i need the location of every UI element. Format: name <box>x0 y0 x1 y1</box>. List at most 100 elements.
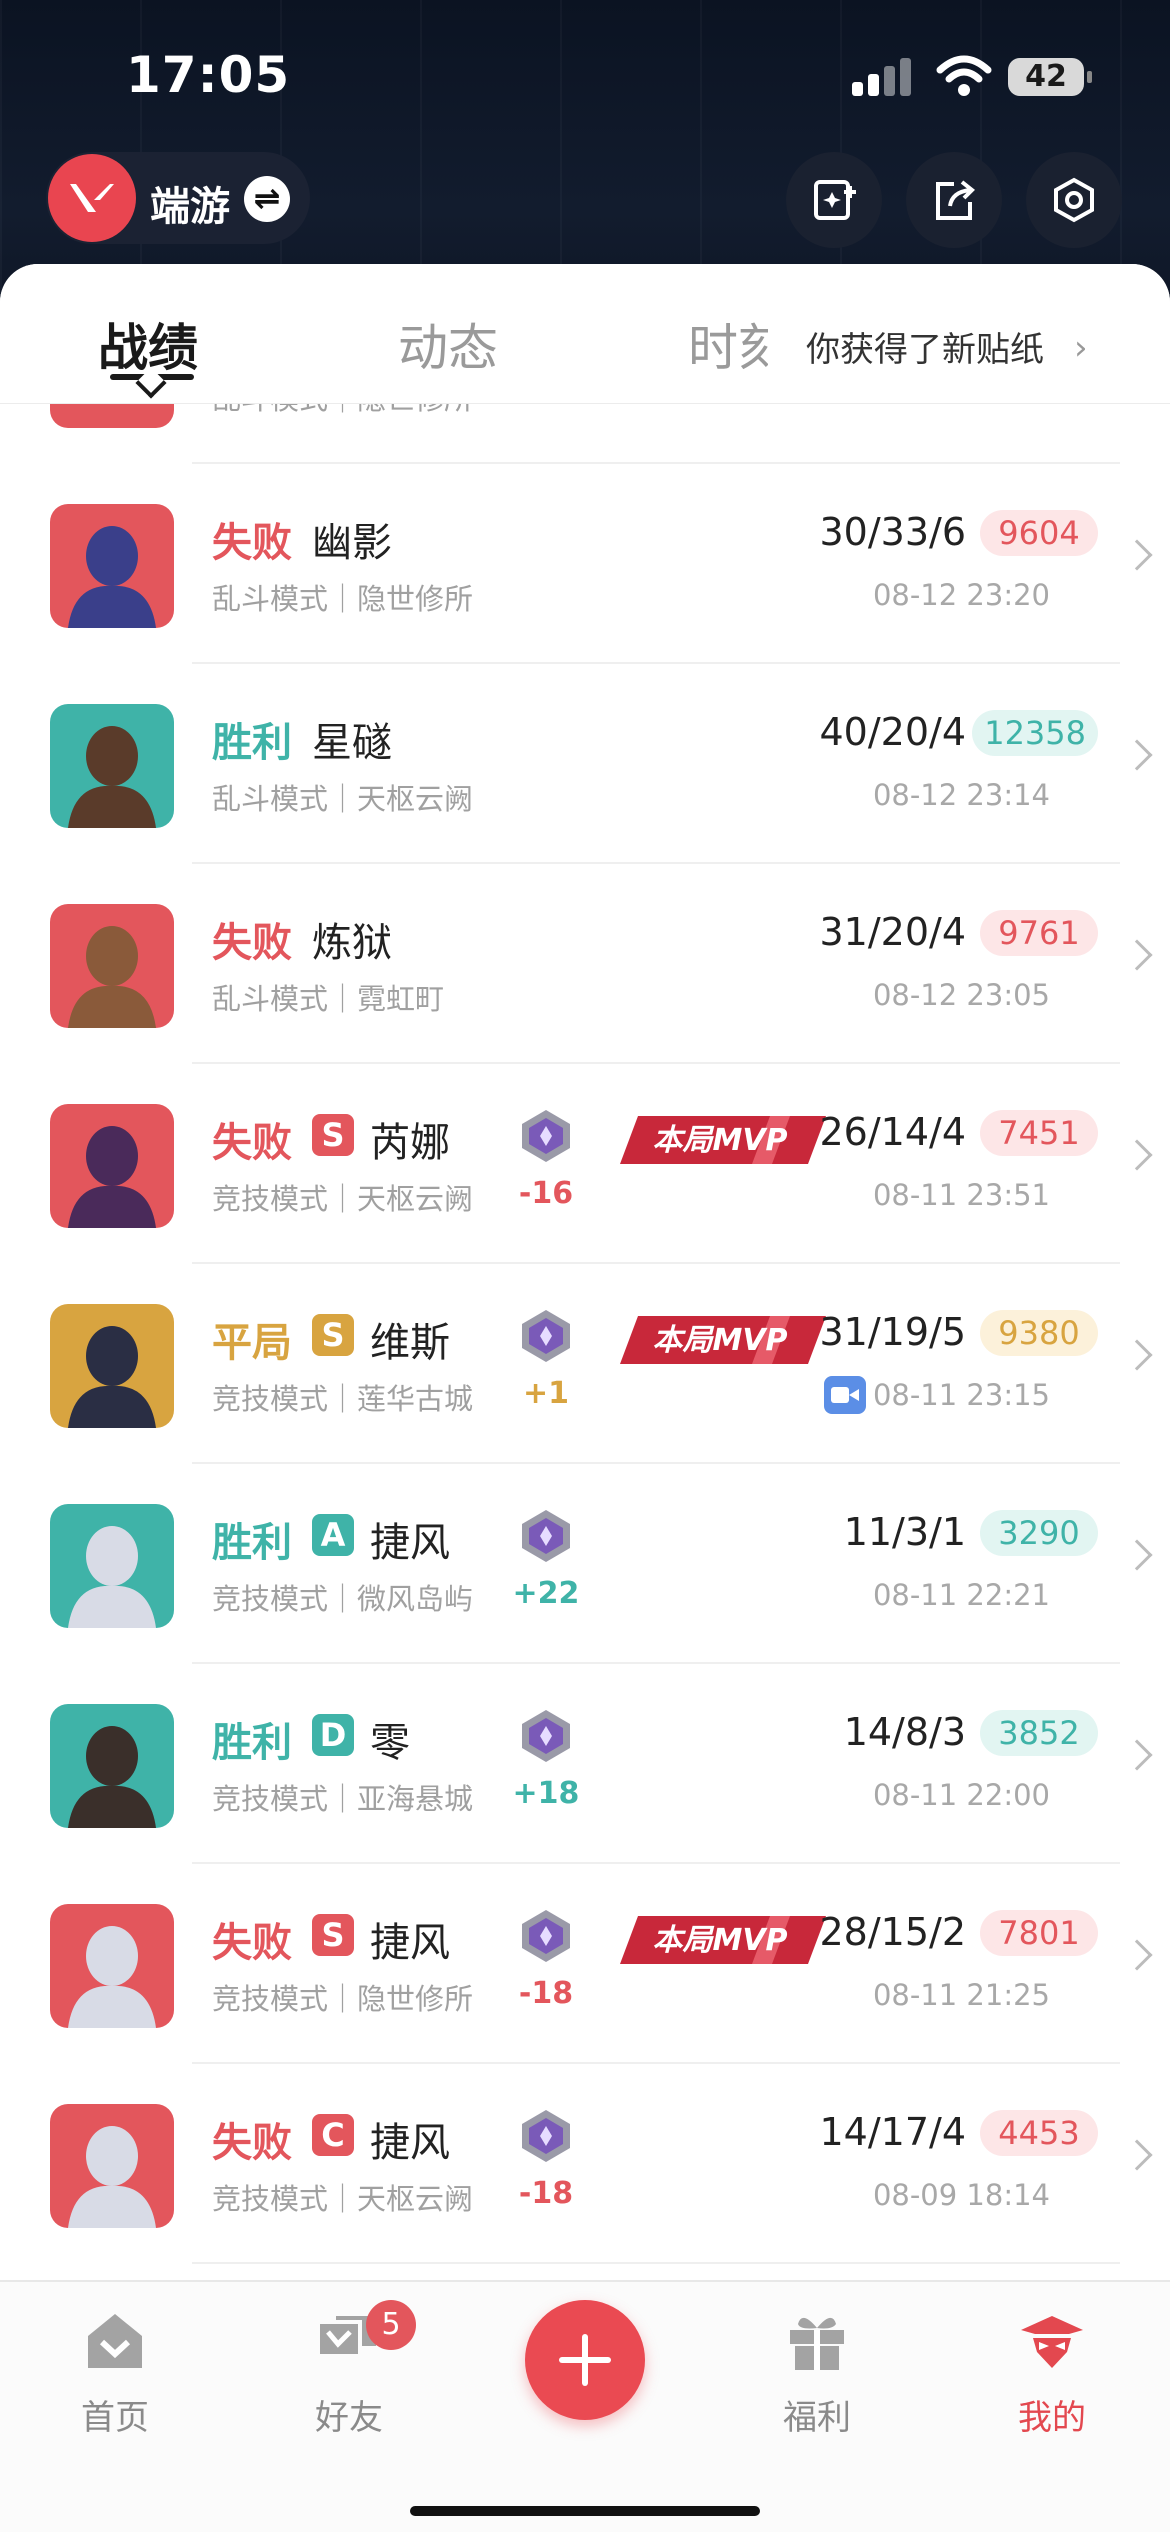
rank-icon <box>522 1310 570 1362</box>
rank-icon <box>522 1110 570 1162</box>
table-row[interactable]: 失败 S 捷风 竞技模式｜隐世修所 -18 本局MVP 28/15/2 7801 08-11 2… <box>0 1864 1170 2064</box>
mvp-label: 本局MVP <box>652 1323 787 1358</box>
content-sheet: 战绩 动态 时刻 你获得了新贴纸 › 乱斗模式｜隐世修所 失败幽影乱斗模式｜隐世… <box>0 264 1170 2532</box>
share-icon <box>936 180 975 220</box>
table-row[interactable]: 失败 S 芮娜 竞技模式｜天枢云阙 -16 本局MVP 26/14/4 7451 08-11 2… <box>0 1064 1170 1264</box>
chevron-right-icon <box>1121 739 1153 771</box>
table-row[interactable]: 胜利 D 零竞技模式｜亚海悬城 +18 14/8/3 3852 08-11 22:00 <box>0 1664 1170 1864</box>
match-list[interactable]: 乱斗模式｜隐世修所 失败幽影乱斗模式｜隐世修所30/33/6960408-12 … <box>0 404 1170 2280</box>
table-row[interactable]: 平局 S 维斯 竞技模式｜莲华古城 +1 本局MVP 31/19/5 9380 08-11 23… <box>0 1264 1170 1464</box>
grade-badge: C <box>312 2114 354 2156</box>
match-mode: 乱斗模式｜霓虹町 <box>212 982 445 1016</box>
match-date: 08-11 22:21 <box>872 1578 1050 1612</box>
rank-icon <box>522 1910 570 1962</box>
match-mode: 竞技模式｜亚海悬城 <box>212 1782 474 1816</box>
agent-avatar <box>50 1504 174 1628</box>
nav-label: 好友 <box>315 2398 383 2438</box>
table-row[interactable]: 失败 幽影 乱斗模式｜隐世修所 30/33/6 9604 08-12 23:20 <box>0 464 1170 664</box>
mvp-badge: 本局MVP <box>620 1312 826 1368</box>
app-root: 17:05 42 端游 ⇌ 战绩 动态 时刻 你获得了新贴纸 › 失败 幽影 乱… <box>0 0 1170 2532</box>
match-date: 08-12 23:05 <box>872 978 1050 1012</box>
video-icon[interactable] <box>824 1376 866 1414</box>
agent-avatar <box>50 1304 174 1428</box>
agent-avatar <box>50 2104 174 2228</box>
match-result: 失败 <box>212 920 292 966</box>
match-date: 08-11 23:15 <box>872 1378 1050 1412</box>
agent-avatar <box>50 904 174 1028</box>
grade-badge: A <box>312 1514 354 1556</box>
tab-feed[interactable]: 动态 <box>398 308 498 380</box>
nav-friends[interactable]: 5 好友 <box>274 2300 424 2439</box>
agent-name: 捷风 <box>370 1920 450 1966</box>
table-row[interactable]: 胜利 星礈 乱斗模式｜天枢云阙 40/20/4 12358 08-12 23:14 <box>0 664 1170 864</box>
kda: 31/20/4 <box>819 910 967 954</box>
match-date: 08-11 22:00 <box>872 1778 1050 1812</box>
rank-change: -18 <box>518 2176 574 2211</box>
agent-avatar <box>50 504 174 628</box>
wifi-icon <box>936 55 992 96</box>
table-row[interactable]: 胜利 A 捷风 竞技模式｜微风岛屿 +22 11/3/1 3290 08-11 22:21 <box>0 1464 1170 1664</box>
match-mode: 乱斗模式｜隐世修所 <box>212 404 473 418</box>
mvp-label: 本局MVP <box>652 1123 787 1158</box>
swap-icon: ⇌ <box>244 176 290 222</box>
match-date: 08-09 18:14 <box>872 2178 1050 2212</box>
rank-icon <box>522 1510 570 1562</box>
tab-moments[interactable]: 时刻 <box>688 308 768 380</box>
agent-avatar <box>50 404 174 428</box>
nav-label: 我的 <box>1018 2398 1086 2438</box>
kda: 14/8/3 <box>843 1710 966 1754</box>
sticker-notice[interactable]: 你获得了新贴纸 <box>806 322 1044 371</box>
friends-badge: 5 <box>366 2300 416 2350</box>
kda: 31/19/5 <box>819 1310 967 1354</box>
rank-change: +22 <box>512 1576 580 1611</box>
match-result: 胜利 <box>212 720 292 766</box>
score-badge: 9380 <box>980 1310 1098 1356</box>
agent-name: 炼狱 <box>312 920 392 966</box>
agent-name: 星礈 <box>312 720 392 766</box>
mvp-badge: 本局MVP <box>620 1112 826 1168</box>
match-mode: 竞技模式｜天枢云阙 <box>212 2182 474 2216</box>
score-badge: 4453 <box>980 2110 1098 2156</box>
game-switch-pill[interactable]: 端游 ⇌ <box>46 152 310 244</box>
chevron-right-icon <box>1121 539 1153 571</box>
match-result: 失败 <box>212 2120 292 2166</box>
match-mode: 乱斗模式｜隐世修所 <box>212 582 474 616</box>
valorant-logo-icon <box>48 154 136 242</box>
table-row[interactable]: 失败 炼狱 乱斗模式｜霓虹町 31/20/4 9761 08-12 23:05 <box>0 864 1170 1064</box>
agent-name: 捷风 <box>370 2120 450 2166</box>
score-badge: 12358 <box>972 710 1098 756</box>
nav-home[interactable]: 首页 <box>40 2306 190 2439</box>
table-row-partial[interactable]: 乱斗模式｜隐世修所 <box>0 404 1170 464</box>
match-date: 08-11 21:25 <box>872 1978 1050 2012</box>
agent-avatar <box>50 1704 174 1828</box>
add-card-button[interactable] <box>786 152 882 248</box>
score-badge: 3852 <box>980 1710 1098 1756</box>
match-date: 08-12 23:14 <box>872 778 1050 812</box>
nav-me[interactable]: 我的 <box>977 2306 1127 2439</box>
status-time: 17:05 <box>126 46 291 104</box>
add-card-icon <box>814 180 856 220</box>
tab-bar: 战绩 动态 时刻 你获得了新贴纸 › <box>0 264 1170 404</box>
gift-icon <box>790 2317 844 2370</box>
table-row[interactable]: 失败 C 捷风 竞技模式｜天枢云阙 -18 14/17/4 4453 08-09 18:14 <box>0 2064 1170 2264</box>
score-badge: 7451 <box>980 1110 1098 1156</box>
kda: 28/15/2 <box>819 1910 967 1954</box>
agent-name: 零 <box>370 1720 410 1766</box>
game-switch-label: 端游 <box>150 184 230 230</box>
chevron-right-icon <box>1121 1139 1153 1171</box>
nav-welfare[interactable]: 福利 <box>742 2306 892 2439</box>
agent-avatar <box>50 1904 174 2028</box>
match-date: 08-11 23:51 <box>872 1178 1050 1212</box>
share-button[interactable] <box>906 152 1002 248</box>
nav-label: 首页 <box>81 2398 149 2438</box>
add-button[interactable] <box>525 2300 645 2420</box>
home-icon <box>88 2314 142 2368</box>
grade-badge: S <box>312 1314 354 1356</box>
agent-avatar <box>50 1104 174 1228</box>
agent-avatar <box>50 704 174 828</box>
settings-button[interactable] <box>1026 152 1122 248</box>
match-mode: 竞技模式｜天枢云阙 <box>212 1182 474 1216</box>
chevron-right-icon <box>1121 2139 1153 2171</box>
agent-name: 芮娜 <box>370 1120 450 1166</box>
profile-icon <box>1021 2316 1083 2368</box>
